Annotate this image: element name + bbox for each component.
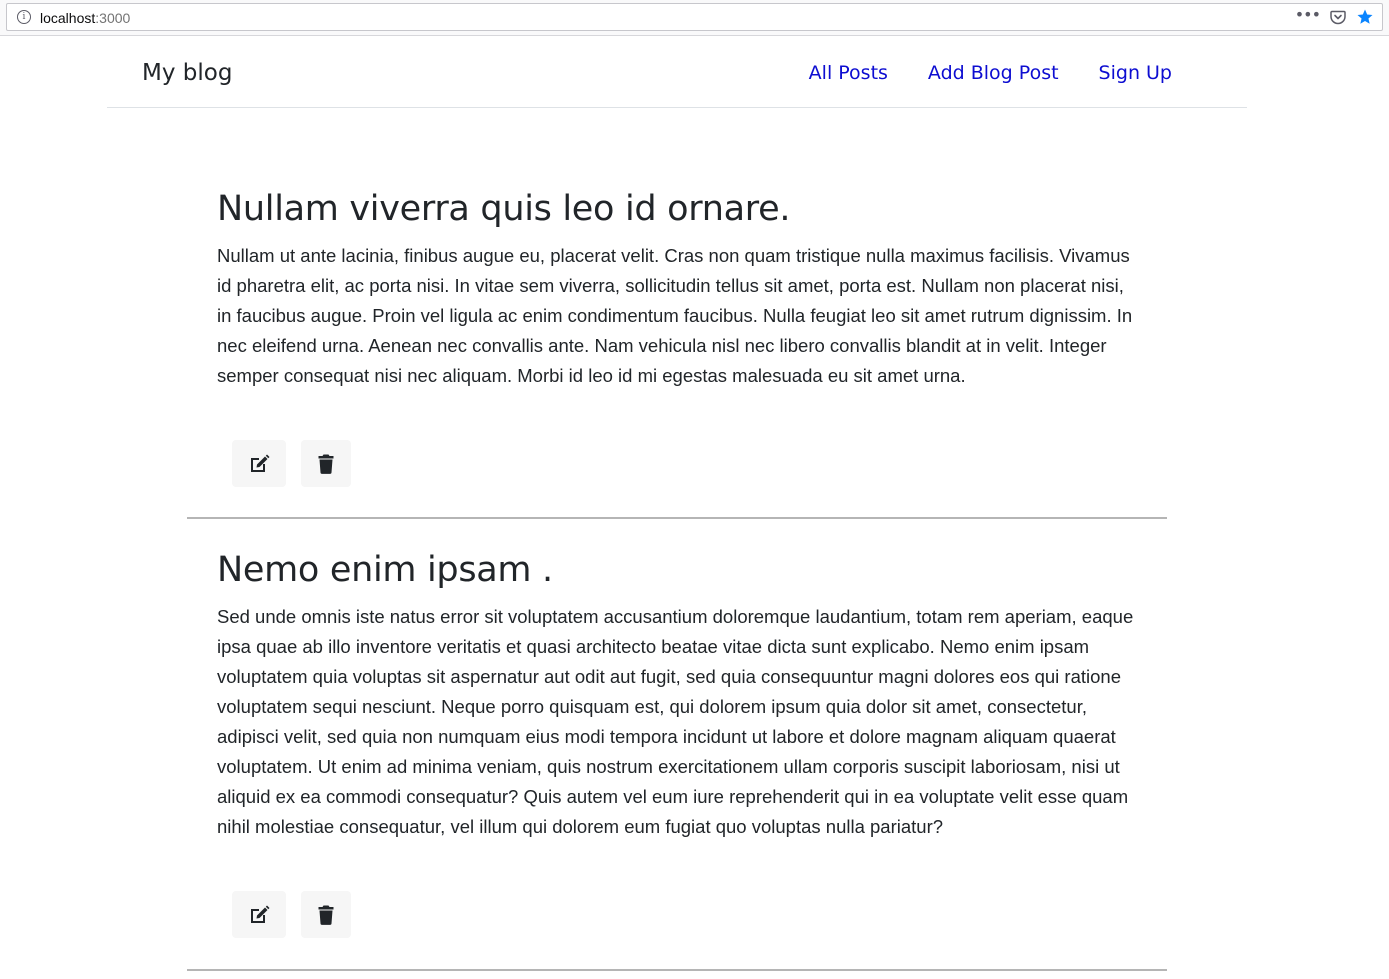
blog-post: Nemo enim ipsam . Sed unde omnis iste na…: [187, 548, 1167, 971]
post-title: Nullam viverra quis leo id ornare.: [217, 189, 791, 229]
delete-post-button[interactable]: [301, 440, 351, 487]
post-title: Nemo enim ipsam .: [217, 550, 553, 590]
brand-link[interactable]: My blog: [142, 58, 232, 88]
url-actions: •••: [1295, 7, 1374, 27]
post-actions: [232, 440, 351, 487]
delete-post-button[interactable]: [301, 891, 351, 938]
trash-icon: [318, 454, 334, 474]
post-body: Sed unde omnis iste natus error sit volu…: [217, 606, 1134, 837]
browser-toolbar: i localhost:3000 •••: [0, 0, 1389, 36]
edit-post-button[interactable]: [232, 440, 286, 487]
edit-icon: [248, 454, 270, 474]
star-icon[interactable]: [1356, 8, 1374, 26]
info-icon[interactable]: i: [17, 10, 31, 24]
post-body: Nullam ut ante lacinia, finibus augue eu…: [217, 245, 1133, 386]
page-actions-menu-icon[interactable]: •••: [1295, 7, 1321, 26]
url-text[interactable]: localhost:3000: [40, 9, 130, 27]
edit-icon: [248, 905, 270, 925]
nav-links: All Posts Add Blog Post Sign Up: [809, 59, 1172, 87]
edit-post-button[interactable]: [232, 891, 286, 938]
navbar: My blog All Posts Add Blog Post Sign Up: [107, 37, 1247, 108]
trash-icon: [318, 905, 334, 925]
nav-link-all-posts[interactable]: All Posts: [809, 59, 888, 87]
url-port: :3000: [95, 10, 131, 26]
url-host: localhost: [40, 10, 96, 26]
blog-post: Nullam viverra quis leo id ornare. Nulla…: [187, 187, 1167, 519]
nav-link-sign-up[interactable]: Sign Up: [1099, 59, 1172, 87]
post-actions: [232, 891, 351, 938]
nav-link-add-blog-post[interactable]: Add Blog Post: [928, 59, 1059, 87]
pocket-icon[interactable]: [1330, 9, 1346, 25]
url-bar[interactable]: i localhost:3000 •••: [6, 3, 1383, 31]
